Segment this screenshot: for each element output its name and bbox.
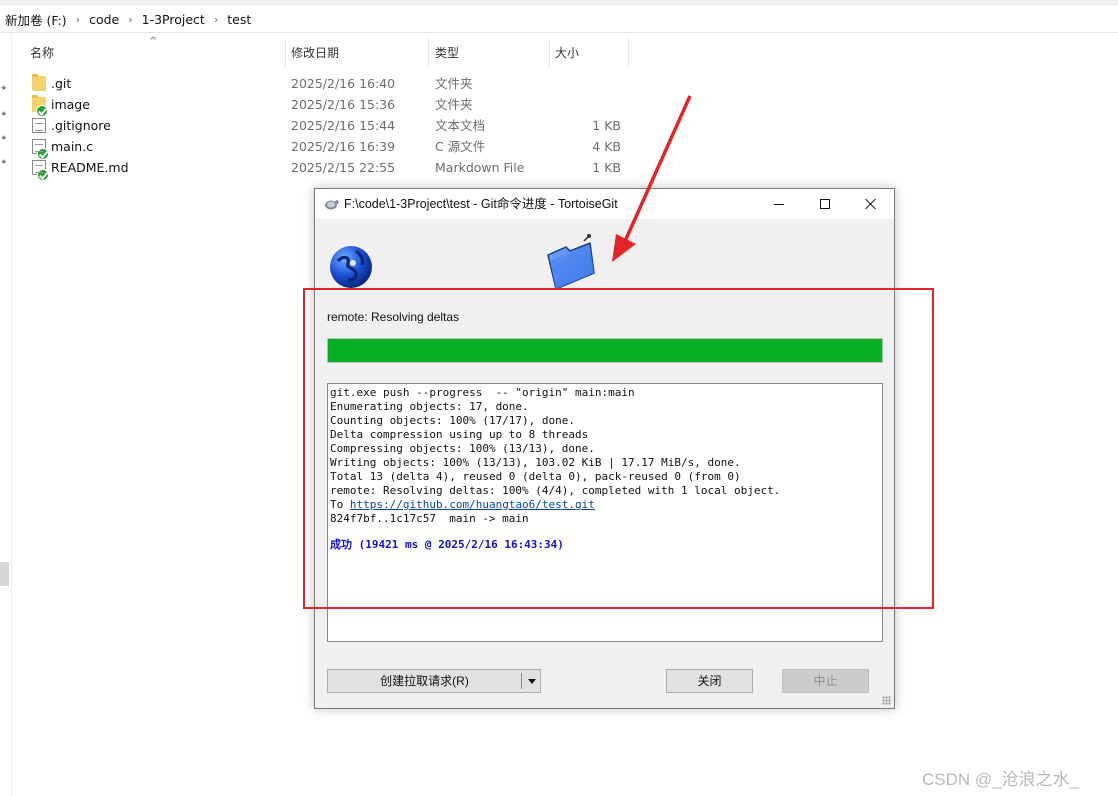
chevron-right-icon[interactable]: › bbox=[214, 13, 218, 26]
pin-icon: ✦ bbox=[0, 134, 8, 144]
close-button[interactable]: 关闭 bbox=[666, 669, 753, 693]
log-line-remote-url: To https://github.com/huangtao6/test.git bbox=[330, 498, 880, 512]
success-message: 成功 (19421 ms @ 2025/2/16 16:43:34) bbox=[330, 538, 564, 551]
log-line: Compressing objects: 100% (13/13), done. bbox=[330, 442, 595, 455]
minimize-button[interactable] bbox=[756, 189, 802, 219]
log-line: Enumerating objects: 17, done. bbox=[330, 400, 529, 413]
log-line: Counting objects: 100% (17/17), done. bbox=[330, 414, 576, 427]
globe-icon bbox=[330, 246, 372, 288]
folder-icon bbox=[547, 234, 595, 291]
remote-url-link[interactable]: https://github.com/huangtao6/test.git bbox=[350, 498, 595, 511]
file-type: 文本文档 bbox=[435, 118, 486, 133]
file-name: main.c bbox=[51, 139, 94, 154]
file-name: .gitignore bbox=[51, 118, 111, 133]
close-icon bbox=[865, 198, 877, 210]
file-modified: 2025/2/15 22:55 bbox=[291, 160, 396, 175]
abort-button[interactable]: 中止 bbox=[782, 669, 869, 693]
progress-bar-fill bbox=[328, 339, 882, 362]
dialog-title: F:\code\1-3Project\test - Git命令进度 - Tort… bbox=[344, 197, 618, 211]
git-progress-dialog: F:\code\1-3Project\test - Git命令进度 - Tort… bbox=[314, 188, 895, 709]
file-size: 1 KB bbox=[592, 160, 621, 175]
column-header-size[interactable]: 大小 bbox=[549, 38, 629, 68]
progress-status-text: remote: Resolving deltas bbox=[327, 310, 460, 324]
folder-icon bbox=[32, 95, 48, 117]
column-header-name[interactable]: 名称 bbox=[24, 38, 286, 68]
dialog-titlebar[interactable]: F:\code\1-3Project\test - Git命令进度 - Tort… bbox=[315, 189, 894, 219]
column-header-modified[interactable]: 修改日期 bbox=[285, 38, 429, 68]
progress-bar bbox=[327, 338, 883, 363]
file-modified: 2025/2/16 15:44 bbox=[291, 118, 396, 133]
git-ok-badge-icon bbox=[37, 169, 49, 181]
c-file-icon bbox=[32, 139, 49, 160]
file-modified: 2025/2/16 16:40 bbox=[291, 76, 396, 91]
log-line: Writing objects: 100% (13/13), 103.02 Ki… bbox=[330, 456, 741, 469]
file-modified: 2025/2/16 16:39 bbox=[291, 139, 396, 154]
maximize-button[interactable] bbox=[802, 189, 848, 219]
git-output-log[interactable]: git.exe push --progress -- "origin" main… bbox=[327, 383, 883, 642]
log-line: git.exe push --progress -- "origin" main… bbox=[330, 386, 635, 399]
pin-icon: ✦ bbox=[0, 84, 8, 94]
chevron-right-icon[interactable]: › bbox=[128, 13, 132, 26]
file-type: 文件夹 bbox=[435, 76, 473, 91]
folder-icon bbox=[32, 74, 46, 91]
file-type: 文件夹 bbox=[435, 97, 473, 112]
breadcrumb-test[interactable]: test bbox=[227, 12, 251, 27]
log-line: Delta compression using up to 8 threads bbox=[330, 428, 589, 441]
chevron-right-icon[interactable]: › bbox=[76, 13, 80, 26]
file-row[interactable]: image 2025/2/16 15:36 文件夹 bbox=[26, 94, 626, 117]
explorer-toolbar-strip bbox=[0, 0, 1118, 6]
file-type: C 源文件 bbox=[435, 139, 486, 154]
file-row[interactable]: README.md 2025/2/15 22:55 Markdown File … bbox=[26, 157, 626, 181]
file-name: README.md bbox=[51, 160, 129, 175]
maximize-icon bbox=[820, 199, 830, 209]
tortoisegit-icon bbox=[325, 200, 339, 210]
pin-icon: ✦ bbox=[0, 110, 8, 120]
breadcrumb-project[interactable]: 1-3Project bbox=[142, 12, 205, 27]
file-row[interactable]: .git 2025/2/16 16:40 文件夹 bbox=[26, 73, 626, 94]
log-to-prefix: To bbox=[330, 498, 350, 511]
file-modified: 2025/2/16 15:36 bbox=[291, 97, 396, 112]
file-name: image bbox=[51, 97, 90, 112]
log-line: remote: Resolving deltas: 100% (4/4), co… bbox=[330, 484, 781, 497]
file-row[interactable]: .gitignore 2025/2/16 15:44 文本文档 1 KB bbox=[26, 115, 626, 136]
minimize-icon bbox=[774, 203, 784, 205]
breadcrumb[interactable]: 新加卷 (F:) › code › 1-3Project › test bbox=[0, 7, 1118, 33]
pin-icon: ✦ bbox=[0, 158, 8, 168]
nav-scrollbar-thumb[interactable] bbox=[0, 562, 9, 586]
file-size: 1 KB bbox=[592, 118, 621, 133]
watermark: CSDN @_沧浪之水_ bbox=[922, 770, 1080, 789]
text-file-icon bbox=[32, 118, 46, 133]
log-line: Total 13 (delta 4), reused 0 (delta 0), … bbox=[330, 470, 741, 483]
column-header-type[interactable]: 类型 bbox=[429, 38, 550, 68]
create-pull-request-split-button[interactable]: 创建拉取请求(R) bbox=[327, 669, 541, 693]
markdown-file-icon bbox=[32, 160, 49, 181]
breadcrumb-code[interactable]: code bbox=[89, 12, 119, 27]
column-header-row: ^ 名称 修改日期 类型 大小 bbox=[0, 36, 1118, 68]
file-row[interactable]: main.c 2025/2/16 16:39 C 源文件 4 KB bbox=[26, 136, 626, 160]
resize-grip-icon[interactable] bbox=[882, 696, 891, 705]
file-name: .git bbox=[51, 76, 72, 91]
breadcrumb-drive[interactable]: 新加卷 (F:) bbox=[5, 10, 67, 29]
chevron-down-icon[interactable] bbox=[522, 670, 541, 692]
file-type: Markdown File bbox=[435, 160, 525, 175]
close-window-button[interactable] bbox=[848, 189, 894, 219]
file-size: 4 KB bbox=[592, 139, 621, 154]
navigation-pane[interactable]: ✦ ✦ ✦ ✦ bbox=[0, 34, 12, 796]
create-pull-request-button[interactable]: 创建拉取请求(R) bbox=[328, 670, 521, 692]
log-line: 824f7bf..1c17c57 main -> main bbox=[330, 512, 529, 525]
